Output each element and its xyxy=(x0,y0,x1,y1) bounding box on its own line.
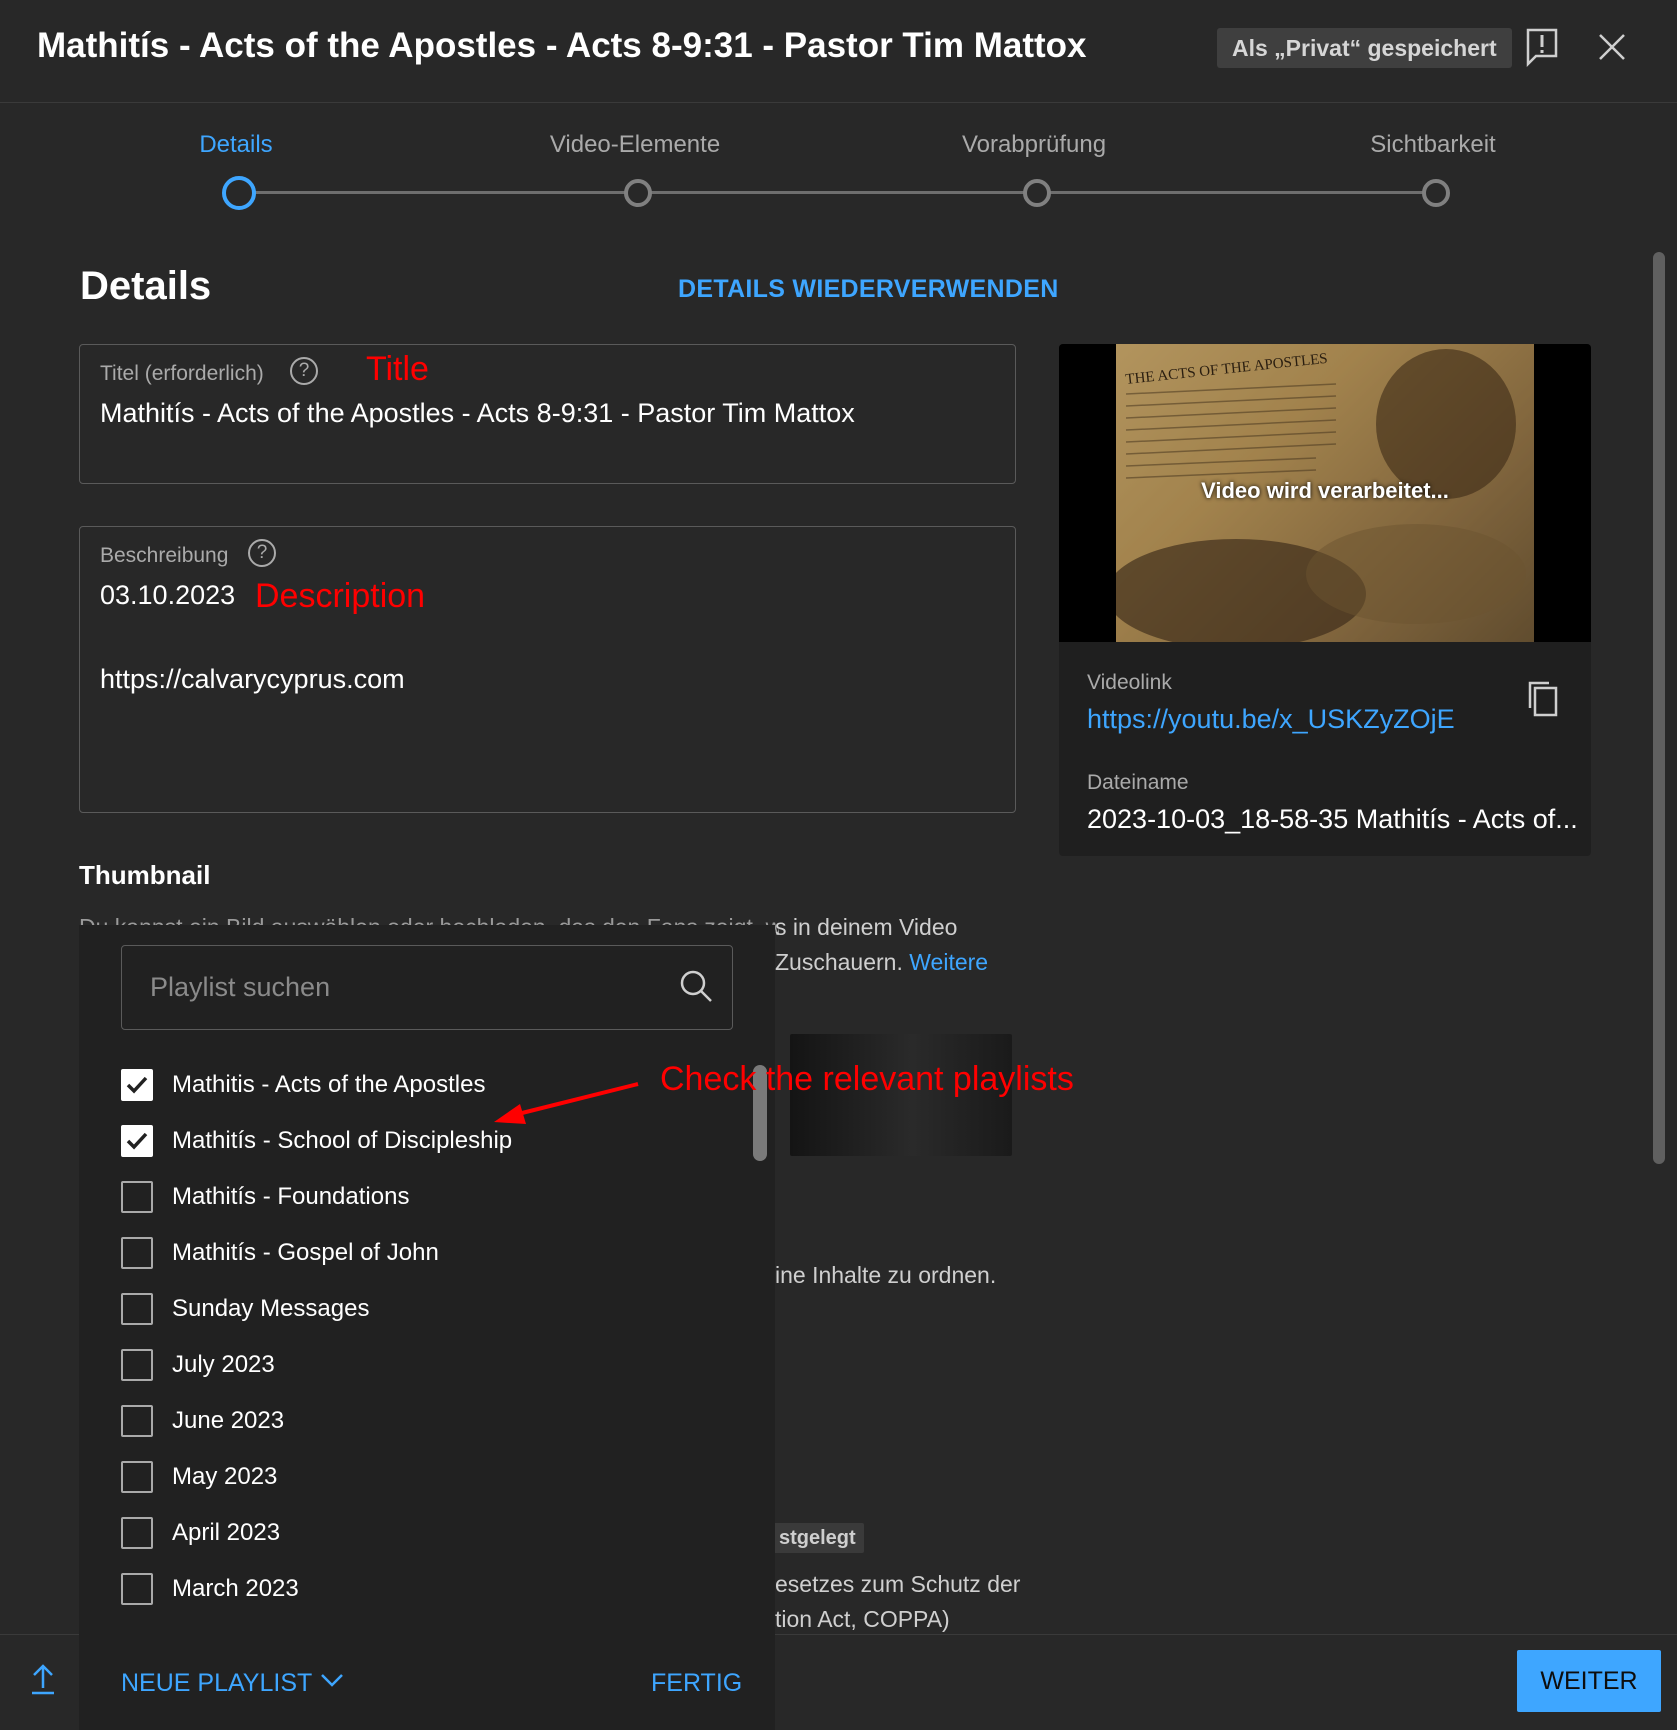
title-annotation: Title xyxy=(366,350,429,388)
dialog-title: Mathitís - Acts of the Apostles - Acts 8… xyxy=(37,26,1087,65)
details-heading: Details xyxy=(80,264,212,308)
playlist-checkbox[interactable] xyxy=(121,1349,153,1381)
playlist-option[interactable]: Sunday Messages xyxy=(121,1293,681,1333)
playlist-option[interactable]: Mathitís - School of Discipleship xyxy=(121,1125,681,1165)
done-button[interactable]: FERTIG xyxy=(651,1669,742,1698)
playlist-checkbox[interactable] xyxy=(121,1237,153,1269)
playlist-option-label: July 2023 xyxy=(172,1351,275,1378)
playlist-option[interactable]: March 2023 xyxy=(121,1573,681,1613)
stepper-track xyxy=(236,191,1434,194)
description-line-url[interactable]: https://calvarycyprus.com xyxy=(100,664,405,695)
title-help-icon[interactable]: ? xyxy=(290,357,318,385)
close-icon[interactable] xyxy=(1589,24,1635,70)
video-processing-text: Video wird verarbeitet... xyxy=(1201,478,1449,503)
playlist-option[interactable]: May 2023 xyxy=(121,1461,681,1501)
step-details[interactable]: Details xyxy=(116,131,356,159)
playlist-option-label: May 2023 xyxy=(172,1463,278,1490)
upload-icon xyxy=(28,1662,58,1696)
coppa-text-line1: esetzes zum Schutz der xyxy=(775,1571,1021,1597)
video-preview-card: THE ACTS OF THE APOSTLES Video wird vera… xyxy=(1059,344,1591,856)
playlist-panel-footer: NEUE PLAYLIST FERTIG xyxy=(79,1634,775,1730)
chevron-down-icon[interactable] xyxy=(319,1670,345,1690)
dialog-header: Mathitís - Acts of the Apostles - Acts 8… xyxy=(0,0,1677,103)
thumbnail-more-link[interactable]: Weitere xyxy=(909,949,988,975)
description-field[interactable]: Beschreibung ? 03.10.2023 https://calvar… xyxy=(79,526,1016,813)
playlist-checkbox[interactable] xyxy=(121,1069,153,1101)
videolink-url[interactable]: https://youtu.be/x_USKZyZOjE xyxy=(1087,704,1455,735)
next-button[interactable]: WEITER xyxy=(1517,1650,1661,1712)
new-playlist-button[interactable]: NEUE PLAYLIST xyxy=(121,1669,312,1698)
playlist-checkbox[interactable] xyxy=(121,1573,153,1605)
thumbnail-heading: Thumbnail xyxy=(79,860,211,890)
playlist-checkbox[interactable] xyxy=(121,1461,153,1493)
playlist-option[interactable]: Mathitís - Foundations xyxy=(121,1181,681,1221)
title-field-label: Titel (erforderlich) xyxy=(100,362,264,385)
step-visibility[interactable]: Sichtbarkeit xyxy=(1313,131,1553,159)
filename-label: Dateiname xyxy=(1087,771,1189,794)
playlist-option-label: Mathitís - Gospel of John xyxy=(172,1239,439,1266)
upload-stepper: Details Video-Elemente Vorabprüfung Sich… xyxy=(0,103,1677,243)
playlist-option[interactable]: Mathitís - Gospel of John xyxy=(121,1237,681,1277)
title-field[interactable]: Titel (erforderlich) ? Mathitís - Acts o… xyxy=(79,344,1016,484)
reuse-details-button[interactable]: DETAILS WIEDERVERWENDEN xyxy=(678,275,1059,304)
playlist-option-label: Mathitís - Foundations xyxy=(172,1183,410,1210)
playlist-checkbox[interactable] xyxy=(121,1405,153,1437)
step-dot-video-elements[interactable] xyxy=(624,179,652,207)
coppa-text-line2: tion Act, COPPA) xyxy=(775,1606,950,1632)
playlist-option-label: Sunday Messages xyxy=(172,1295,370,1322)
playlist-option[interactable]: July 2023 xyxy=(121,1349,681,1389)
saved-status-badge: Als „Privat“ gespeichert xyxy=(1217,28,1512,68)
step-video-elements[interactable]: Video-Elemente xyxy=(515,131,755,159)
copy-icon[interactable] xyxy=(1527,680,1559,718)
feedback-icon[interactable] xyxy=(1519,24,1565,70)
playlist-option-label: Mathitís - School of Discipleship xyxy=(172,1127,513,1154)
step-dot-details[interactable] xyxy=(222,176,256,210)
playlist-search-placeholder: Playlist suchen xyxy=(150,972,331,1002)
step-dot-checks[interactable] xyxy=(1023,179,1051,207)
thumbnail-desc-line2: Zuschauern. Weitere xyxy=(775,949,989,975)
playlist-checkbox[interactable] xyxy=(121,1293,153,1325)
playlist-option-label: March 2023 xyxy=(172,1575,299,1602)
playlist-checkbox[interactable] xyxy=(121,1517,153,1549)
playlist-option[interactable]: June 2023 xyxy=(121,1405,681,1445)
step-checks[interactable]: Vorabprüfung xyxy=(914,131,1154,159)
title-input[interactable]: Mathitís - Acts of the Apostles - Acts 8… xyxy=(100,398,855,429)
description-line-date[interactable]: 03.10.2023 xyxy=(100,580,235,611)
search-icon[interactable] xyxy=(676,966,716,1006)
playlist-search-input[interactable]: Playlist suchen xyxy=(121,945,733,1030)
playlist-option-label: Mathitis - Acts of the Apostles xyxy=(172,1071,486,1098)
step-dot-visibility[interactable] xyxy=(1422,179,1450,207)
description-field-label: Beschreibung xyxy=(100,544,229,567)
thumbnail-desc-line1: s in deinem Video xyxy=(775,914,958,940)
description-help-icon[interactable]: ? xyxy=(248,539,276,567)
playlist-option[interactable]: April 2023 xyxy=(121,1517,681,1557)
playlist-option-label: April 2023 xyxy=(172,1519,281,1546)
filename-value: 2023-10-03_18-58-35 Mathitís - Acts of..… xyxy=(1087,804,1578,834)
playlists-annotation: Check the relevant playlists xyxy=(660,1060,1074,1098)
audience-chip: stgelegt xyxy=(771,1523,864,1553)
upload-dialog: Mathitís - Acts of the Apostles - Acts 8… xyxy=(0,0,1677,1730)
videolink-label: Videolink xyxy=(1087,671,1172,694)
playlist-dropdown: Playlist suchen Mathitis - Acts of the A… xyxy=(79,925,775,1730)
playlist-checkbox[interactable] xyxy=(121,1125,153,1157)
video-player[interactable]: THE ACTS OF THE APOSTLES Video wird vera… xyxy=(1059,344,1591,642)
dialog-scrollbar[interactable] xyxy=(1653,252,1665,1164)
description-annotation: Description xyxy=(255,577,426,615)
playlist-description-text: ine Inhalte zu ordnen. xyxy=(775,1262,997,1288)
annotation-arrow-icon xyxy=(494,1082,639,1124)
playlist-option-label: June 2023 xyxy=(172,1407,285,1434)
playlist-checkbox[interactable] xyxy=(121,1181,153,1213)
